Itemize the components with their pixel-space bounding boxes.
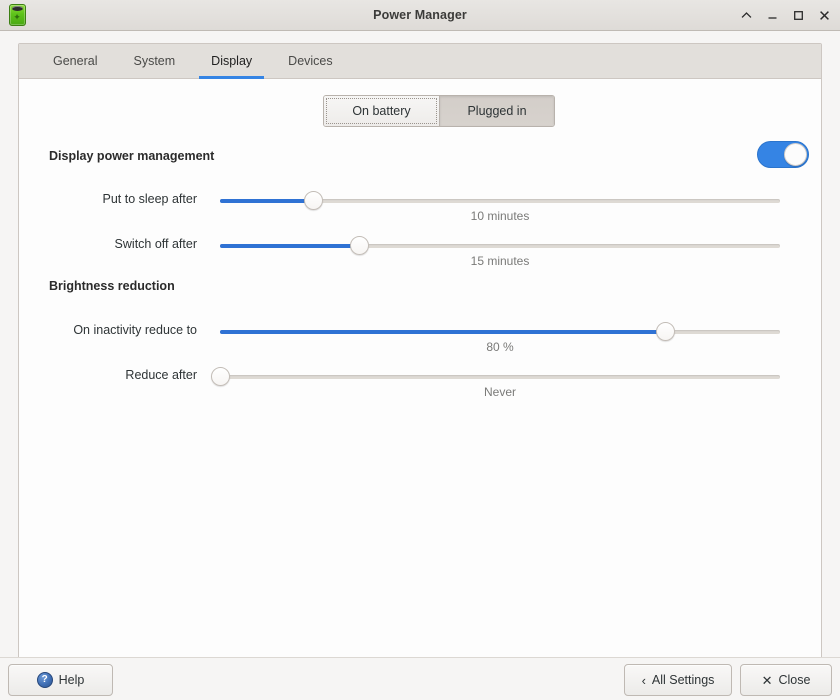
slider-put-to-sleep-after[interactable] (220, 192, 780, 210)
power-source-switcher: On battery Plugged in (323, 95, 555, 127)
all-settings-button-label: All Settings (652, 673, 715, 687)
window-controls (740, 0, 831, 30)
mode-plugged-in-button[interactable]: Plugged in (439, 96, 554, 126)
slider-fill (220, 199, 314, 203)
tab-system[interactable]: System (115, 44, 193, 78)
settings-notebook: General System Display Devices On batter… (18, 43, 822, 659)
tab-bar: General System Display Devices (19, 44, 821, 79)
label-on-inactivity-reduce-to: On inactivity reduce to (19, 323, 197, 337)
tab-system-label: System (133, 54, 175, 68)
tab-devices[interactable]: Devices (270, 44, 350, 78)
mode-on-battery-label: On battery (352, 104, 410, 118)
label-reduce-after: Reduce after (19, 368, 197, 382)
value-put-to-sleep-after: 10 minutes (220, 209, 780, 223)
slider-fill (220, 244, 359, 248)
value-switch-off-after: 15 minutes (220, 254, 780, 268)
all-settings-button[interactable]: ‹ All Settings (624, 664, 732, 696)
window-title: Power Manager (0, 8, 840, 22)
help-button[interactable]: ? Help (8, 664, 113, 696)
slider-handle[interactable] (350, 236, 369, 255)
section-title-display-power: Display power management (49, 149, 214, 163)
slider-reduce-after[interactable] (220, 368, 780, 386)
tab-display[interactable]: Display (193, 44, 270, 78)
value-reduce-after: Never (220, 385, 780, 399)
row-on-inactivity-reduce-to: On inactivity reduce to 80 % (19, 315, 821, 361)
slider-handle[interactable] (304, 191, 323, 210)
tab-devices-label: Devices (288, 54, 332, 68)
display-power-toggle[interactable] (757, 141, 809, 168)
slider-handle[interactable] (656, 322, 675, 341)
power-manager-window: ✦ Power Manager General (0, 0, 840, 700)
close-button[interactable]: ✕ Close (740, 664, 832, 696)
value-on-inactivity-reduce-to: 80 % (220, 340, 780, 354)
close-icon[interactable] (818, 9, 831, 22)
help-button-label: Help (59, 673, 85, 687)
client-area: General System Display Devices On batter… (0, 31, 840, 657)
label-switch-off-after: Switch off after (19, 237, 197, 251)
toggle-knob (784, 143, 807, 166)
section-title-brightness-reduction: Brightness reduction (49, 279, 175, 293)
shade-icon[interactable] (740, 9, 753, 22)
mode-on-battery-button[interactable]: On battery (324, 96, 439, 126)
tab-display-label: Display (211, 54, 252, 68)
tab-general-label: General (53, 54, 97, 68)
slider-fill (220, 330, 665, 334)
help-icon: ? (37, 672, 53, 688)
row-put-to-sleep-after: Put to sleep after 10 minutes (19, 184, 821, 230)
slider-switch-off-after[interactable] (220, 237, 780, 255)
slider-handle[interactable] (211, 367, 230, 386)
display-tab-page: On battery Plugged in Display power mana… (19, 79, 821, 658)
battery-icon: ✦ (5, 2, 29, 28)
tab-general[interactable]: General (35, 44, 115, 78)
row-reduce-after: Reduce after Never (19, 360, 821, 406)
slider-on-inactivity-reduce-to[interactable] (220, 323, 780, 341)
slider-track (220, 375, 780, 379)
maximize-icon[interactable] (792, 9, 805, 22)
mode-plugged-in-label: Plugged in (467, 104, 526, 118)
label-put-to-sleep-after: Put to sleep after (19, 192, 197, 206)
close-x-icon: ✕ (762, 674, 773, 687)
action-bar: ? Help ‹ All Settings ✕ Close (0, 657, 840, 700)
row-switch-off-after: Switch off after 15 minutes (19, 229, 821, 275)
title-bar: ✦ Power Manager (0, 0, 840, 31)
minimize-icon[interactable] (766, 9, 779, 22)
close-button-label: Close (778, 673, 810, 687)
chevron-left-icon: ‹ (642, 674, 646, 687)
